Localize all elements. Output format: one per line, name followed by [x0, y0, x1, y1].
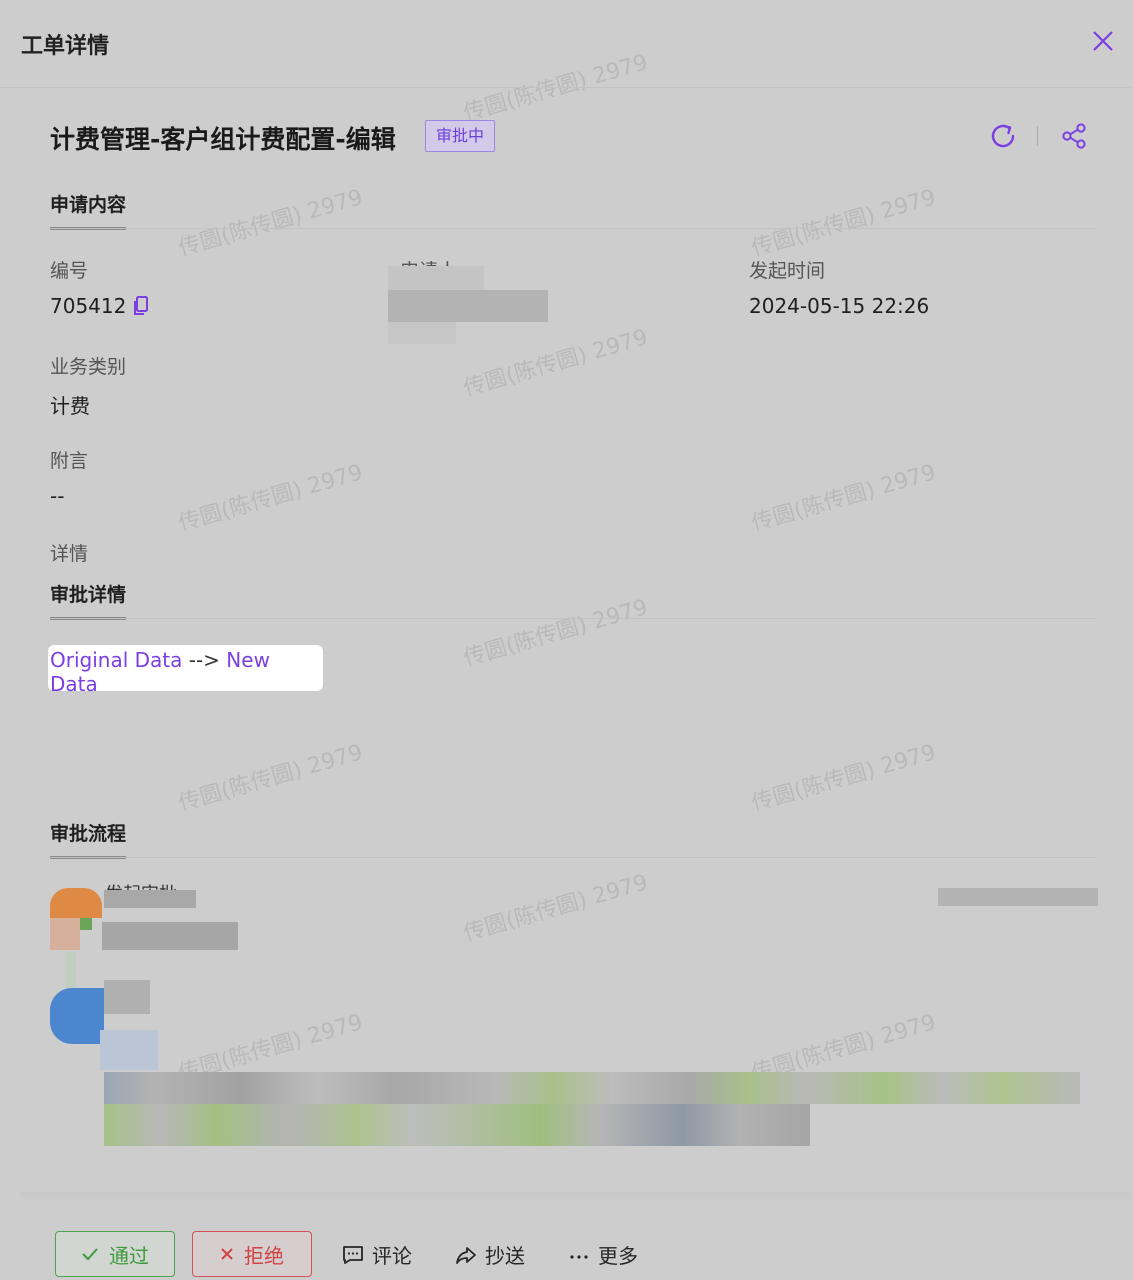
start-time-label: 发起时间 [749, 260, 826, 282]
watermark: 传圆(陈传圆) 2979 [175, 740, 366, 817]
more-icon [570, 1254, 588, 1259]
note-label: 附言 [50, 450, 89, 472]
dialog-title: 工单详情 [21, 34, 110, 59]
forward-icon [456, 1246, 476, 1264]
start-time-value: 2024-05-15 22:26 [749, 294, 930, 318]
watermark: 传圆(陈传圆) 2979 [460, 870, 651, 947]
check-icon [82, 1248, 98, 1261]
divider [50, 857, 1096, 858]
flow-step-time-redacted [938, 888, 1098, 906]
avatar [50, 918, 80, 950]
number-value: 705412 [50, 294, 127, 318]
cc-label: 抄送 [485, 1244, 525, 1268]
tab-approval-detail[interactable]: 审批详情 [50, 580, 127, 620]
tab-approval-flow[interactable]: 审批流程 [50, 819, 127, 859]
reject-label: 拒绝 [244, 1243, 284, 1268]
toolbar-divider [1037, 126, 1038, 146]
note-value: -- [50, 484, 65, 508]
watermark: 传圆(陈传圆) 2979 [748, 740, 939, 817]
number-label: 编号 [50, 260, 89, 282]
watermark: 传圆(陈传圆) 2979 [460, 325, 651, 402]
cc-button[interactable]: 抄送 [455, 1240, 525, 1269]
approve-label: 通过 [109, 1243, 149, 1268]
flow-connector [66, 952, 76, 988]
comment-icon [343, 1245, 363, 1264]
avatar [50, 888, 102, 918]
share-icon[interactable] [1060, 121, 1088, 151]
approve-button[interactable]: 通过 [55, 1231, 175, 1277]
copy-icon[interactable] [132, 295, 150, 317]
avatar [50, 988, 104, 1044]
avatar [80, 918, 92, 930]
comment-button[interactable]: 评论 [342, 1240, 412, 1269]
divider [50, 618, 1096, 619]
data-diff: Original Data --> New Data [48, 645, 323, 696]
watermark: 传圆(陈传圆) 2979 [748, 460, 939, 537]
category-value: 计费 [50, 394, 90, 418]
ticket-title: 计费管理-客户组计费配置-编辑 [50, 125, 396, 154]
footer-shadow [20, 1192, 1130, 1202]
status-badge: 审批中 [425, 120, 496, 152]
more-label: 更多 [598, 1244, 638, 1268]
original-data-link[interactable]: Original Data [50, 648, 182, 672]
refresh-icon[interactable] [988, 121, 1018, 151]
flow-step-redacted [104, 980, 150, 1014]
watermark: 传圆(陈传圆) 2979 [460, 595, 651, 672]
comment-label: 评论 [372, 1244, 412, 1268]
detail-label: 详情 [50, 543, 89, 565]
watermark: 传圆(陈传圆) 2979 [175, 460, 366, 537]
flow-step-redacted [100, 1030, 158, 1070]
close-icon[interactable] [1090, 28, 1116, 54]
category-label: 业务类别 [50, 356, 127, 378]
applicant-redacted [388, 290, 548, 322]
applicant-redacted [388, 266, 484, 292]
reject-button[interactable]: 拒绝 [192, 1231, 312, 1277]
flow-step-redacted [104, 890, 196, 908]
flow-comment-redacted [104, 1072, 1080, 1104]
flow-step-redacted [102, 922, 238, 950]
cross-icon [221, 1248, 233, 1260]
more-button[interactable]: 更多 [568, 1240, 638, 1269]
watermark: 传圆(陈传圆) 2979 [175, 185, 366, 262]
tab-application-content[interactable]: 申请内容 [50, 190, 127, 230]
divider [50, 228, 1096, 229]
flow-comment-redacted [104, 1104, 810, 1146]
watermark: 传圆(陈传圆) 2979 [748, 185, 939, 262]
dialog-header: 工单详情 [0, 0, 1133, 88]
applicant-redacted [388, 322, 456, 344]
diff-arrow: --> [188, 648, 220, 672]
